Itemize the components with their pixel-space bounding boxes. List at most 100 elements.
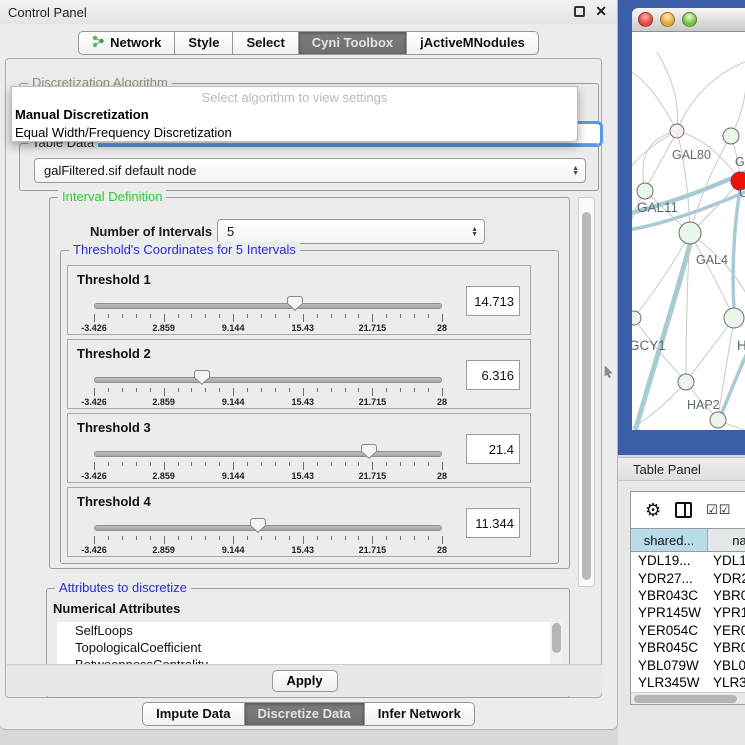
network-window-frame: GAL80GAGAL11CGAL4GCY1HHAP2 [618,0,745,455]
threshold-2-box: Threshold 2-3.4262.8599.14415.4321.71528… [67,339,531,409]
list-scrollbar[interactable] [550,622,563,668]
combo-arrows-icon: ▲▼ [572,166,579,176]
slider-track[interactable] [94,525,442,531]
slider-scale-labels: -3.4262.8599.14415.4321.71528 [94,323,442,333]
table-row[interactable]: YBL079WYBL0 [631,656,745,673]
table-row[interactable]: YBR045CYBR0 [631,639,745,656]
network-window-titlebar[interactable] [632,8,745,32]
gear-icon[interactable]: ⚙ [645,500,661,521]
tab-network[interactable]: Network [78,31,175,55]
table-data-combobox[interactable]: galFiltered.sif default node ▲▼ [34,158,586,183]
threshold-4-value-field[interactable]: 11.344 [466,508,520,538]
close-icon[interactable]: ✕ [595,4,607,18]
tab-label: Discretize Data [258,706,351,721]
minimize-traffic-light-icon[interactable] [660,12,675,27]
threshold-slider[interactable]: -3.4262.8599.14415.4321.71528 [94,298,442,332]
threshold-2-value-field[interactable]: 6.316 [466,360,520,390]
table-panel-titlebar: Table Panel [618,457,745,481]
tab-label: jActiveMNodules [420,35,525,50]
svg-text:GCY1: GCY1 [632,338,666,353]
table-cell: YBL0 [708,658,745,673]
table-panel-title: Table Panel [633,462,701,477]
group-title-attributes: Attributes to discretize [55,580,191,595]
slider-track[interactable] [94,303,442,309]
network-icon [92,35,105,51]
numerical-attributes-list[interactable]: SelfLoopsTopologicalCoefficientBetweenne… [57,622,563,668]
threshold-3-value-field[interactable]: 21.4 [466,434,520,464]
table-row[interactable]: YDR27...YDR2 [631,569,745,586]
slider-track[interactable] [94,451,442,457]
threshold-slider[interactable]: -3.4262.8599.14415.4321.71528 [94,372,442,406]
list-item[interactable]: TopologicalCoefficient [57,639,563,656]
threshold-slider[interactable]: -3.4262.8599.14415.4321.71528 [94,520,442,554]
screen: { "window": { "title": "Control Panel", … [0,0,745,745]
number-of-intervals-label: Number of Intervals [90,224,212,239]
table-cell: YDL19... [631,553,708,568]
threshold-slider[interactable]: -3.4262.8599.14415.4321.71528 [94,446,442,480]
number-of-intervals-value: 5 [227,224,234,239]
thresholds-group: Threshold's Coordinates for 5 Intervals … [60,250,559,564]
slider-scale-labels: -3.4262.8599.14415.4321.71528 [94,397,442,407]
number-of-intervals-combobox[interactable]: 5 ▲▼ [217,219,485,244]
popup-option[interactable]: Manual Discretization [12,105,577,123]
scrollbar-thumb[interactable] [552,623,561,653]
tab-label: Infer Network [378,706,461,721]
table-toolbar: ⚙ ☑☑ [631,492,745,528]
apply-button[interactable]: Apply [272,670,338,692]
columns-icon[interactable] [675,502,692,518]
threshold-1-value-field[interactable]: 14.713 [466,286,520,316]
table-horizontal-scrollbar[interactable] [631,692,745,704]
tab-label: Impute Data [156,706,230,721]
tab-select[interactable]: Select [232,31,298,55]
slider-ticks [94,388,442,397]
threshold-2-handle[interactable] [194,370,210,385]
table-row[interactable]: YPR145WYPR1 [631,604,745,621]
zoom-traffic-light-icon[interactable] [682,12,697,27]
tab-label: Network [110,35,161,50]
control-panel-window: Control Panel ✕ Network StyleSelectCyni T… [0,0,618,730]
tab-cyni-toolbox[interactable]: Cyni Toolbox [298,31,407,55]
popup-option[interactable]: Equal Width/Frequency Discretization [12,123,577,141]
slider-scale-labels: -3.4262.8599.14415.4321.71528 [94,545,442,555]
tab-style[interactable]: Style [174,31,233,55]
table-cell: YLR3 [708,675,745,690]
float-window-icon[interactable] [574,6,585,17]
panel-vertical-scrollbar[interactable] [578,197,595,587]
table-cell: YBR0 [708,588,745,603]
tab-jactivemnodules[interactable]: jActiveMNodules [406,31,539,55]
bottom-tab-bar: Impute Data Discretize Data Infer Network [0,702,617,726]
table-row[interactable]: YDL19...YDL1 [631,552,745,569]
control-panel-titlebar: Control Panel ✕ [0,0,617,24]
threshold-4-handle[interactable] [250,518,266,533]
column-header-1[interactable]: shared... [631,529,708,551]
checkbox-icons[interactable]: ☑☑ [706,502,731,518]
table-cell: YER054C [631,623,708,638]
group-title-interval: Interval Definition [58,189,166,204]
scrollbar-thumb[interactable] [582,212,591,580]
list-item[interactable]: SelfLoops [57,622,563,639]
threshold-3-handle[interactable] [361,444,377,459]
window-title: Control Panel [8,5,87,20]
slider-scale-labels: -3.4262.8599.14415.4321.71528 [94,471,442,481]
numerical-attributes-label: Numerical Attributes [53,601,180,616]
threshold-label: Threshold 4 [77,494,151,509]
tab-discretize-data[interactable]: Discretize Data [244,702,365,726]
network-view-canvas[interactable]: GAL80GAGAL11CGAL4GCY1HHAP2 [632,32,745,430]
popup-options: Manual DiscretizationEqual Width/Frequen… [12,105,577,141]
table-row[interactable]: YLR345WYLR3 [631,674,745,691]
scrollbar-thumb[interactable] [634,695,737,703]
table-row[interactable]: YBR043CYBR0 [631,587,745,604]
column-header-2[interactable]: na [708,529,745,551]
table-cell: YBR0 [708,640,745,655]
threshold-label: Threshold 1 [77,272,151,287]
threshold-3-box: Threshold 3-3.4262.8599.14415.4321.71528… [67,413,531,483]
tab-infer-network[interactable]: Infer Network [364,702,475,726]
threshold-1-handle[interactable] [287,296,303,311]
slider-track[interactable] [94,377,442,383]
table-data-value: galFiltered.sif default node [44,163,196,178]
tab-impute-data[interactable]: Impute Data [142,702,244,726]
table-cell: YPR1 [708,605,745,620]
table-row[interactable]: YER054CYER0 [631,622,745,639]
node-table: shared...naYDL19...YDL1YDR27...YDR2YBR04… [631,528,745,705]
close-traffic-light-icon[interactable] [638,12,653,27]
